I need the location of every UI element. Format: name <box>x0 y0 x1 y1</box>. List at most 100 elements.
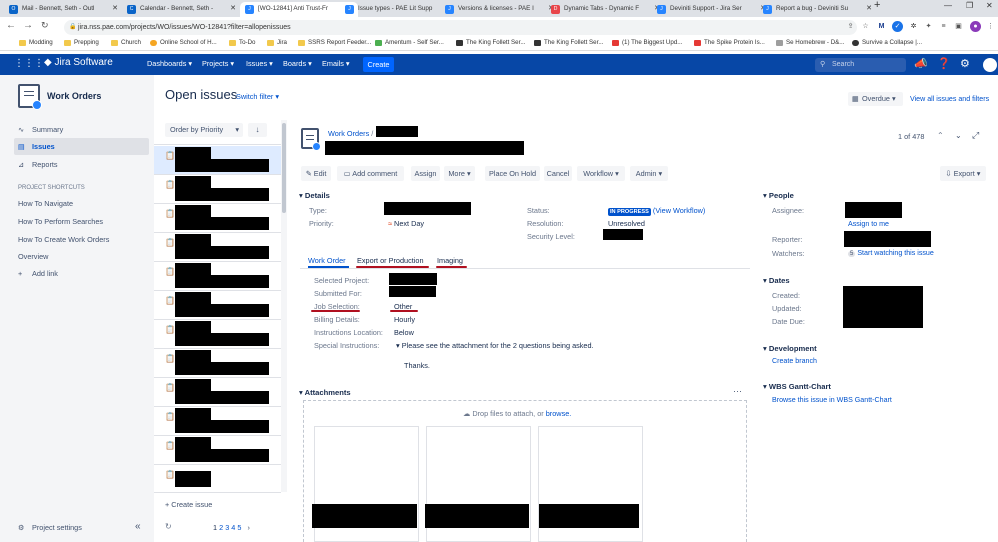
forward-icon[interactable]: → <box>23 20 33 31</box>
browser-tab-mail[interactable]: O Mail - Bennett, Seth - Outl ✕ <box>4 2 122 17</box>
minimize-icon[interactable]: — <box>944 1 952 10</box>
address-bar[interactable]: 🔒 jira.nss.pae.com/projects/WO/issues/WO-… <box>64 20 857 35</box>
list-item[interactable]: 📋 <box>154 378 281 407</box>
settings-gear-icon[interactable]: ⚙ <box>960 57 970 70</box>
bookmark-item[interactable]: The King Follett Ser... <box>534 39 604 46</box>
profile-avatar-icon[interactable]: ● <box>970 21 981 32</box>
bookmark-item[interactable]: Survive a Collapse |... <box>852 39 922 46</box>
notifications-icon[interactable]: 📣 <box>914 57 928 70</box>
extension-gear-icon[interactable]: ✲ <box>908 21 919 32</box>
expand-issue-icon[interactable]: ⤢ <box>972 130 979 141</box>
window-close-icon[interactable]: ✕ <box>986 1 993 10</box>
cancel-button[interactable]: Cancel <box>544 166 572 181</box>
shortcut-how-to-create-wo[interactable]: How To Create Work Orders <box>18 235 109 244</box>
list-item[interactable]: 📋 <box>154 291 281 320</box>
details-section-toggle[interactable]: ▾ Details <box>299 191 330 200</box>
close-icon[interactable]: ✕ <box>112 2 118 16</box>
attachments-section-toggle[interactable]: ▾ Attachments <box>299 388 351 397</box>
restore-icon[interactable]: ❐ <box>966 1 973 10</box>
admin-button[interactable]: Admin ▾ <box>630 166 668 181</box>
export-button[interactable]: ⇩ Export ▾ <box>940 166 986 181</box>
bookmark-item[interactable]: Jira <box>267 39 287 46</box>
browser-tab-dynamic-tabs[interactable]: DDynamic Tabs - Dynamic F✕ <box>546 2 664 17</box>
list-item[interactable]: 📋 <box>154 175 281 204</box>
list-item[interactable]: 📋 <box>154 320 281 349</box>
view-all-issues-link[interactable]: View all issues and filters <box>910 95 989 103</box>
nav-dashboards[interactable]: Dashboards ▾ <box>147 59 192 68</box>
nav-projects[interactable]: Projects ▾ <box>202 59 234 68</box>
list-item[interactable]: 📋 <box>154 204 281 233</box>
attachments-more-icon[interactable]: ··· <box>733 386 742 396</box>
nav-boards[interactable]: Boards ▾ <box>283 59 312 68</box>
page-5[interactable]: 5 <box>237 523 241 532</box>
extensions-puzzle-icon[interactable]: ✦ <box>923 21 934 32</box>
tab-work-order[interactable]: Work Order <box>308 256 346 265</box>
page-1[interactable]: 1 <box>213 523 217 532</box>
sidebar-item-summary[interactable]: ∿ Summary <box>18 125 63 134</box>
bookmark-item[interactable]: To-Do <box>229 39 256 46</box>
bookmark-item[interactable]: Prepping <box>64 39 99 46</box>
workflow-button[interactable]: Workflow ▾ <box>577 166 625 181</box>
nav-issues[interactable]: Issues ▾ <box>246 59 273 68</box>
place-on-hold-button[interactable]: Place On Hold <box>485 166 540 181</box>
browser-tab-calendar[interactable]: C Calendar - Bennett, Seth - ✕ <box>122 2 240 17</box>
create-branch-link[interactable]: Create branch <box>772 357 817 365</box>
add-link-button[interactable]: + Add link <box>18 269 58 278</box>
list-item[interactable]: 📋 <box>154 465 281 493</box>
edit-button[interactable]: ✎ Edit <box>301 166 331 181</box>
list-item-selected[interactable]: 📋 <box>154 146 281 175</box>
list-item[interactable]: 📋 <box>154 349 281 378</box>
issue-list-scrollbar[interactable] <box>281 120 287 492</box>
gantt-section-toggle[interactable]: ▾ WBS Gantt-Chart <box>763 382 831 391</box>
new-tab-icon[interactable]: + <box>874 0 880 11</box>
dates-section-toggle[interactable]: ▾ Dates <box>763 276 790 285</box>
list-item[interactable]: 📋 <box>154 436 281 465</box>
bookmark-item[interactable]: (1) The Biggest Upd... <box>612 39 682 46</box>
list-item[interactable]: 📋 <box>154 407 281 436</box>
user-avatar[interactable] <box>983 58 997 72</box>
shortcut-how-to-navigate[interactable]: How To Navigate <box>18 199 73 208</box>
previous-issue-icon[interactable]: ⌃ <box>937 131 944 140</box>
bookmark-item[interactable]: Online School of H... <box>150 39 217 46</box>
bookmark-item[interactable]: The King Follett Ser... <box>456 39 526 46</box>
development-section-toggle[interactable]: ▾ Development <box>763 344 817 353</box>
tab-export-or-production[interactable]: Export or Production <box>357 256 424 265</box>
bookmark-item[interactable]: Church <box>111 39 141 46</box>
browse-link[interactable]: browse. <box>546 409 572 418</box>
nav-emails[interactable]: Emails ▾ <box>322 59 350 68</box>
page-3[interactable]: 3 <box>225 523 229 532</box>
back-icon[interactable]: ← <box>6 20 16 31</box>
reload-icon[interactable]: ↻ <box>41 20 49 31</box>
bookmark-item[interactable]: Se Homebrew - D&... <box>776 39 844 46</box>
page-4[interactable]: 4 <box>231 523 235 532</box>
jira-logo[interactable]: ◆ Jira Software <box>44 57 113 68</box>
view-workflow-link[interactable]: (View Workflow) <box>653 206 705 215</box>
close-icon[interactable]: ✕ <box>230 2 236 16</box>
more-button[interactable]: More ▾ <box>444 166 475 181</box>
people-section-toggle[interactable]: ▾ People <box>763 191 794 200</box>
browser-menu-icon[interactable]: ⋮ <box>985 21 996 32</box>
bookmark-item[interactable]: The Spike Protein Is... <box>694 39 765 46</box>
start-watching-link[interactable]: Start watching this issue <box>857 249 934 257</box>
switch-filter-button[interactable]: Switch filter ▾ <box>236 92 279 101</box>
breadcrumb-project-link[interactable]: Work Orders <box>328 129 369 138</box>
assign-button[interactable]: Assign <box>411 166 440 181</box>
assign-to-me-link[interactable]: Assign to me <box>848 220 889 228</box>
browser-tab-report-bug[interactable]: J Report a bug - Deviniti Su ✕ <box>758 2 876 17</box>
create-button[interactable]: Create <box>363 57 394 72</box>
browser-tab-versions[interactable]: JVersions & licenses - PAE I✕ <box>440 2 558 17</box>
list-item[interactable]: 📋 <box>154 262 281 291</box>
next-page-icon[interactable]: › <box>247 523 249 532</box>
extension-m-icon[interactable]: M <box>876 21 887 32</box>
bookmark-item[interactable]: Modding <box>19 39 53 46</box>
refresh-icon[interactable]: ↻ <box>165 522 172 531</box>
page-2[interactable]: 2 <box>219 523 223 532</box>
shortcut-overview[interactable]: Overview <box>18 252 48 261</box>
create-issue-button[interactable]: + Create issue <box>165 500 212 509</box>
help-icon[interactable]: ❓ <box>937 57 951 70</box>
project-name[interactable]: Work Orders <box>47 91 101 101</box>
project-settings-link[interactable]: ⚙ Project settings <box>18 523 82 532</box>
split-icon[interactable]: ▣ <box>953 21 964 32</box>
close-icon[interactable]: ✕ <box>866 2 872 16</box>
sidebar-item-reports[interactable]: ⊿ Reports <box>18 160 58 169</box>
